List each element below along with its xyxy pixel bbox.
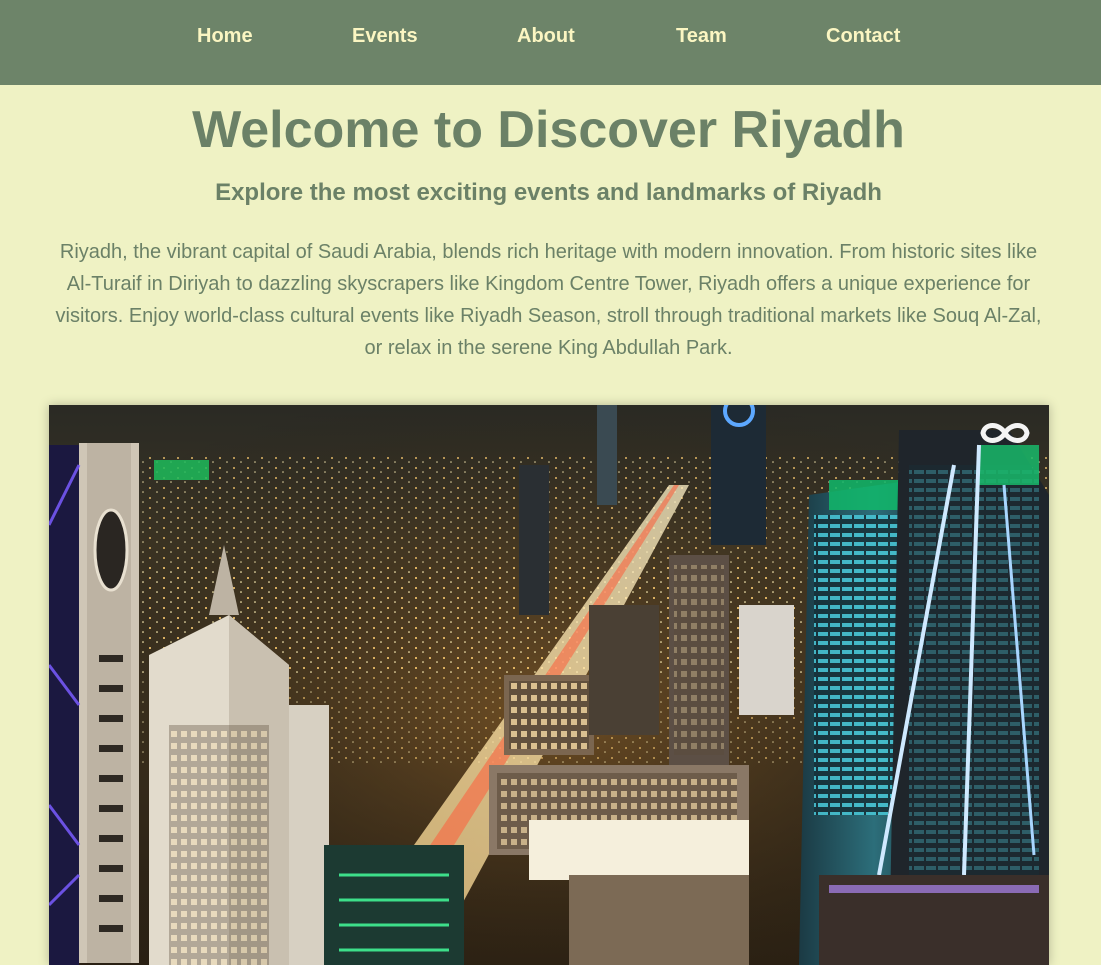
- nav-link-about[interactable]: About: [517, 24, 575, 48]
- nav-link-events[interactable]: Events: [352, 24, 418, 48]
- nav-link-home[interactable]: Home: [197, 24, 253, 48]
- nav-link-contact[interactable]: Contact: [826, 24, 900, 48]
- page-title: Welcome to Discover Riyadh: [192, 101, 905, 159]
- intro-paragraph: Riyadh, the vibrant capital of Saudi Ara…: [55, 241, 1042, 359]
- infinity-logo-icon: [973, 417, 1037, 449]
- nav-link-team[interactable]: Team: [676, 24, 727, 48]
- page-subtitle: Explore the most exciting events and lan…: [215, 179, 882, 206]
- top-navbar: Home Events About Team Contact: [0, 0, 1101, 85]
- riyadh-skyline-image: [49, 405, 1049, 965]
